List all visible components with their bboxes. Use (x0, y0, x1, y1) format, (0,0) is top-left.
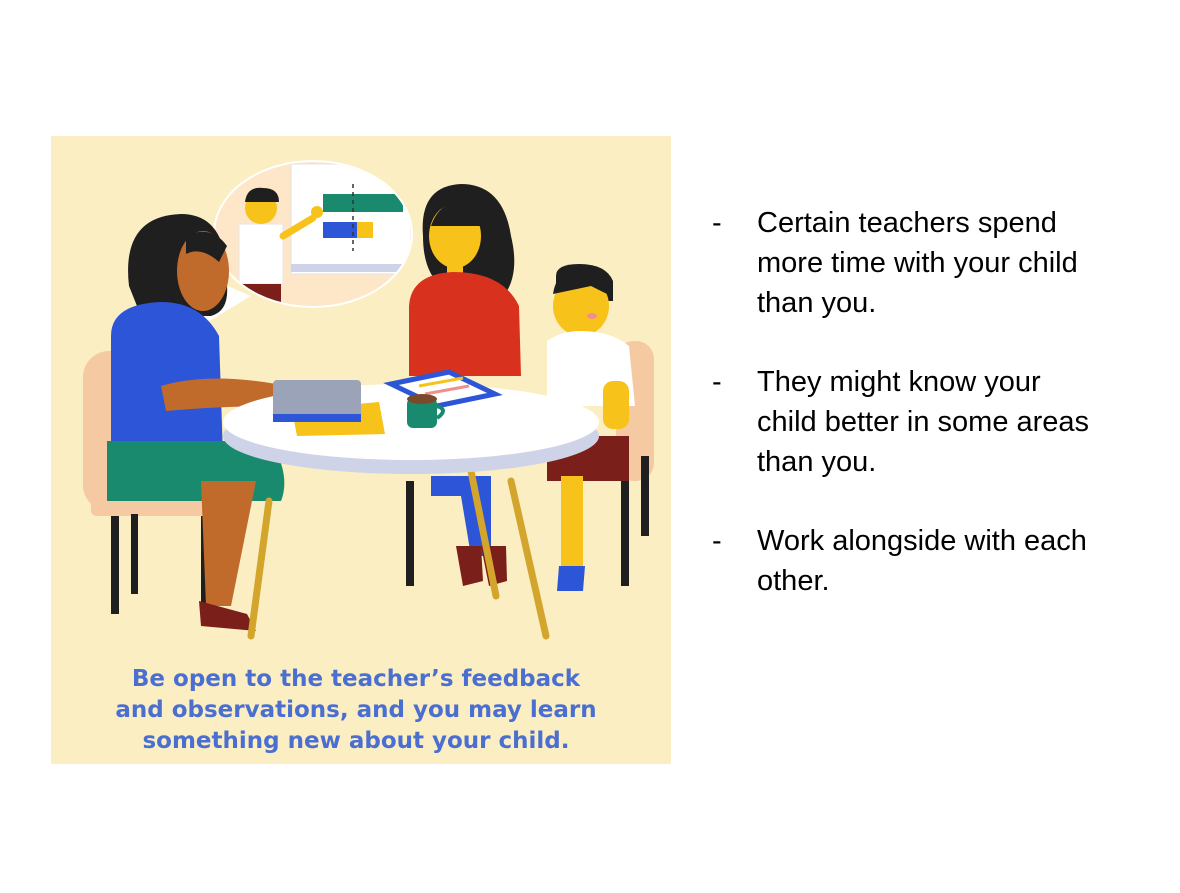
bullet-list: - Certain teachers spend more time with … (710, 203, 1150, 640)
caption-line: and observations, and you may learn (115, 697, 597, 723)
bullet-item: - Work alongside with each other. (710, 521, 1150, 601)
bullet-line: child better in some areas (757, 406, 1090, 438)
bullet-line: They might know your (757, 366, 1041, 398)
bullet-line: other. (757, 565, 830, 597)
illustration-caption: Be open to the teacher’s feedback and ob… (51, 664, 661, 757)
caption-line: Be open to the teacher’s feedback (131, 666, 581, 692)
caption-line: something new about your child. (142, 728, 570, 754)
bullet-line: than you. (757, 287, 877, 319)
slide: Be open to the teacher’s feedback and ob… (0, 0, 1180, 893)
bullet-marker: - (712, 366, 722, 398)
bullet-line: Certain teachers spend (757, 207, 1057, 239)
bullet-line: than you. (757, 446, 877, 478)
bullet-item: - They might know your child better in s… (710, 362, 1150, 482)
chart-bar-blue (323, 222, 357, 238)
bullet-marker: - (712, 207, 722, 239)
parent-teacher-meeting-illustration: Be open to the teacher’s feedback and ob… (51, 136, 671, 764)
bullet-item: - Certain teachers spend more time with … (710, 203, 1150, 323)
bullet-line: more time with your child (757, 247, 1078, 279)
bullet-marker: - (712, 525, 722, 557)
chart-bar-yellow (357, 222, 373, 238)
chart-bar-green (323, 194, 403, 212)
bullet-line: Work alongside with each (757, 525, 1087, 557)
